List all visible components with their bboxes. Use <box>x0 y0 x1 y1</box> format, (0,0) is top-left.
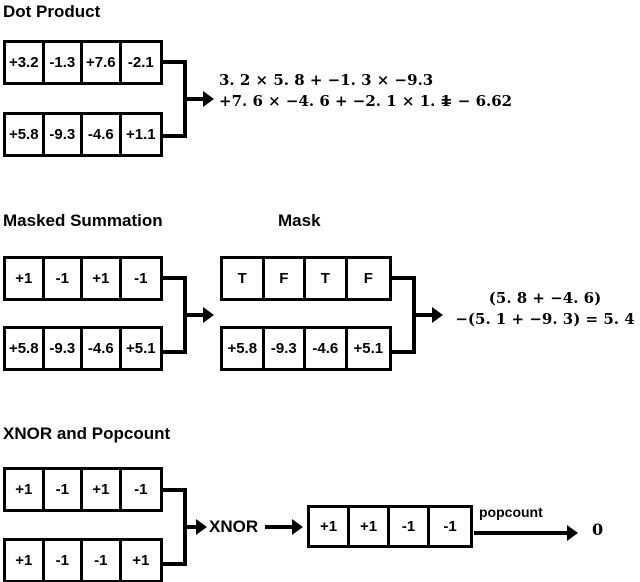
section-heading-masked-summation: Masked Summation <box>3 211 163 230</box>
array-cell: +1 <box>310 508 351 545</box>
array-cell: -9.3 <box>264 329 307 368</box>
section-heading-xnor-popcount: XNOR and Popcount <box>3 424 171 443</box>
popcount-label: popcount <box>479 504 543 520</box>
array-cell: -9.3 <box>44 115 84 154</box>
equation-line-1: (5. 8 + −4. 6) <box>488 289 602 307</box>
array-cell: -4.6 <box>83 115 122 154</box>
array-cell: +5.8 <box>6 115 45 154</box>
xnor-vector-a: +1 -1 +1 -1 <box>3 467 163 512</box>
array-cell: +1 <box>6 541 45 580</box>
array-cell: -1 <box>44 259 84 298</box>
array-cell: -1.3 <box>44 43 84 82</box>
dot-product-vector-a: +3.2 -1.3 +7.6 -2.1 <box>3 40 163 85</box>
equation-line-1: 3. 2 × 5. 8 + −1. 3 × −9.3 <box>219 71 434 89</box>
array-cell: +1 <box>83 259 122 298</box>
masked-summation-equation: (5. 8 + −4. 6) −(5. 1 + −9. 3) = 5. 4 <box>452 288 638 330</box>
masked-summation-to-mask-arrow <box>183 305 215 325</box>
figure-canvas: Dot Product +3.2 -1.3 +7.6 -2.1 +5.8 -9.… <box>0 0 640 582</box>
xnor-output-arrow <box>265 517 305 537</box>
popcount-result-value: 0 <box>592 520 604 539</box>
xnor-vector-b: +1 -1 -1 +1 <box>3 538 163 582</box>
array-cell: -1 <box>121 259 160 298</box>
dot-product-result-arrow <box>183 89 215 109</box>
array-cell: T <box>223 259 265 298</box>
array-cell: -4.6 <box>83 329 122 368</box>
array-cell: +5.8 <box>223 329 265 368</box>
equation-line-2: +7. 6 × −4. 6 + −2. 1 × 1. 1 <box>219 92 452 110</box>
masked-summation-value-vector: +5.8 -9.3 -4.6 +5.1 <box>3 326 163 371</box>
array-cell: -1 <box>44 541 84 580</box>
array-cell: F <box>264 259 307 298</box>
popcount-arrow <box>474 523 580 543</box>
xnor-input-arrow <box>183 517 211 537</box>
array-cell: +3.2 <box>6 43 45 82</box>
array-cell: -1 <box>430 508 470 545</box>
mask-vector: T F T F <box>220 256 392 301</box>
mask-result-arrow <box>412 305 444 325</box>
array-cell: +5.8 <box>6 329 45 368</box>
dot-product-vector-b: +5.8 -9.3 -4.6 +1.1 <box>3 112 163 157</box>
array-cell: +5.1 <box>121 329 160 368</box>
xnor-result-vector: +1 +1 -1 -1 <box>307 505 473 548</box>
dot-product-equation: 3. 2 × 5. 8 + −1. 3 × −9.3 +7. 6 × −4. 6… <box>219 70 451 112</box>
array-cell: T <box>306 259 348 298</box>
array-cell: +1 <box>6 470 45 509</box>
equation-line-2: −(5. 1 + −9. 3) = 5. 4 <box>455 310 635 328</box>
array-cell: -4.6 <box>306 329 348 368</box>
array-cell: -1 <box>44 470 84 509</box>
array-cell: -9.3 <box>44 329 84 368</box>
array-cell: +7.6 <box>83 43 122 82</box>
array-cell: +1.1 <box>121 115 160 154</box>
array-cell: F <box>347 259 390 298</box>
array-cell: +1 <box>6 259 45 298</box>
array-cell: +1 <box>83 470 122 509</box>
section-heading-mask: Mask <box>278 211 321 230</box>
array-cell: +5.1 <box>347 329 390 368</box>
array-cell: -1 <box>121 470 160 509</box>
xnor-operation-label: XNOR <box>209 517 259 536</box>
array-cell: -1 <box>390 508 431 545</box>
array-cell: +1 <box>350 508 391 545</box>
mask-value-vector: +5.8 -9.3 -4.6 +5.1 <box>220 326 392 371</box>
dot-product-equation-result: = − 6.62 <box>440 92 513 110</box>
masked-summation-sign-vector: +1 -1 +1 -1 <box>3 256 163 301</box>
array-cell: +1 <box>121 541 160 580</box>
section-heading-dot-product: Dot Product <box>3 2 101 21</box>
array-cell: -2.1 <box>121 43 160 82</box>
array-cell: -1 <box>83 541 122 580</box>
